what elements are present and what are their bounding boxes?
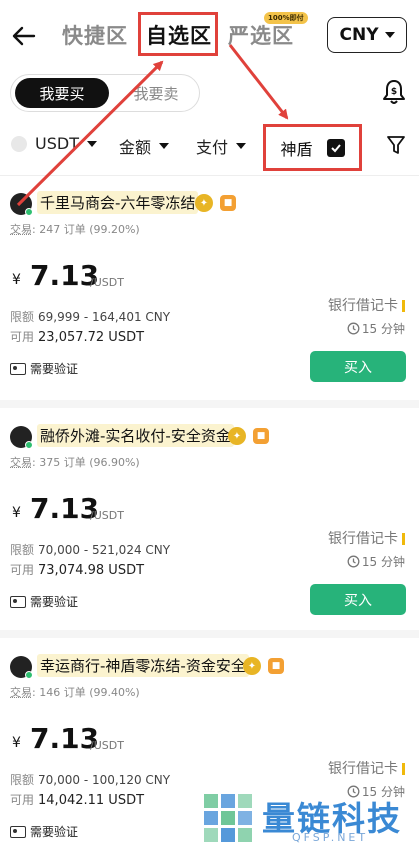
price-unit: /USDT: [90, 276, 124, 289]
shield-checkbox[interactable]: [326, 138, 345, 157]
limit-row: 限额 70,000 - 100,120 CNY: [10, 773, 171, 787]
back-arrow-icon[interactable]: [10, 22, 38, 50]
listing-card: 融侨外滩-实名收付-安全资金 ✦ ■ 交易: 375 订单 (96.90%) ¥…: [0, 408, 419, 633]
tab-quick-zone[interactable]: 快捷区: [62, 20, 128, 50]
price-unit: /USDT: [90, 739, 124, 752]
deposit-shield-icon: ■: [268, 658, 284, 674]
online-status-dot: [25, 441, 33, 449]
listing-card: 千里马商会-六年零冻结 ✦ ■ 交易: 247 订单 (99.20%) ¥ 7.…: [0, 175, 419, 400]
watermark-site: QFSP.NET: [292, 831, 369, 844]
payment-color-bar: [402, 533, 405, 545]
highlight-box-self-zone: [138, 12, 218, 56]
verified-merchant-icon: ✦: [243, 657, 261, 675]
limit-row: 限额 69,999 - 164,401 CNY: [10, 310, 171, 324]
svg-text:$: $: [391, 87, 397, 97]
buy-tab[interactable]: 我要买: [15, 78, 109, 108]
verification-required: 需要验证: [10, 823, 78, 840]
verified-merchant-icon: ✦: [195, 194, 213, 212]
id-card-icon: [10, 362, 26, 375]
online-status-dot: [25, 208, 33, 216]
deposit-shield-icon: ■: [253, 428, 269, 444]
deposit-shield-icon: ■: [220, 195, 236, 211]
available-row: 可用 23,057.72 USDT: [10, 330, 145, 345]
available-row: 可用 73,074.98 USDT: [10, 563, 145, 578]
amount-filter[interactable]: 金额: [119, 134, 170, 158]
filter-funnel-icon[interactable]: [386, 134, 406, 156]
available-value: 23,057.72 USDT: [38, 330, 145, 345]
trade-stats: 交易: 247 订单 (99.20%): [10, 223, 140, 236]
payment-filter[interactable]: 支付: [196, 134, 247, 158]
verified-merchant-icon: ✦: [228, 427, 246, 445]
clock-icon: [347, 322, 360, 335]
buy-button[interactable]: 买入: [310, 584, 406, 615]
tab-strict-zone[interactable]: 严选区: [228, 20, 294, 50]
chevron-down-icon: [384, 32, 395, 38]
available-value: 73,074.98 USDT: [38, 563, 145, 578]
id-card-icon: [10, 825, 26, 838]
amount-label: 金额: [119, 138, 152, 157]
merchant-name[interactable]: 幸运商行-神盾零冻结-资金安全: [37, 654, 249, 677]
limit-value: 70,000 - 521,024 CNY: [38, 543, 171, 557]
buy-sell-toggle: 我要买 我要卖: [10, 74, 200, 112]
limit-value: 69,999 - 164,401 CNY: [38, 310, 171, 324]
available-value: 14,042.11 USDT: [38, 793, 145, 808]
coin-icon: [11, 135, 27, 152]
coin-label: USDT: [35, 134, 79, 153]
promo-badge: 100%即付: [264, 12, 308, 24]
trade-stats: 交易: 146 订单 (99.40%): [10, 686, 140, 699]
time-limit: 15 分钟: [347, 553, 405, 570]
payment-label: 支付: [196, 138, 229, 157]
limit-row: 限额 70,000 - 521,024 CNY: [10, 543, 171, 557]
limit-value: 70,000 - 100,120 CNY: [38, 773, 171, 787]
section-separator: [0, 630, 419, 638]
sell-tab[interactable]: 我要卖: [115, 78, 197, 108]
chevron-down-icon: [159, 143, 170, 149]
online-status-dot: [25, 671, 33, 679]
price: 7.13: [30, 492, 100, 525]
trade-stats: 交易: 375 订单 (96.90%): [10, 456, 140, 469]
time-limit: 15 分钟: [347, 320, 405, 337]
price: 7.13: [30, 259, 100, 292]
section-separator: [0, 400, 419, 408]
shield-label: 神盾: [280, 139, 313, 159]
currency-value: CNY: [339, 25, 379, 45]
buy-button[interactable]: 买入: [310, 351, 406, 382]
payment-method: 银行借记卡: [328, 528, 405, 548]
verification-required: 需要验证: [10, 593, 78, 610]
merchant-name[interactable]: 千里马商会-六年零冻结: [37, 191, 199, 214]
bell-dollar-icon[interactable]: $: [381, 78, 407, 106]
check-icon: [330, 143, 341, 152]
chevron-down-icon: [86, 140, 97, 147]
chevron-down-icon: [236, 143, 247, 149]
payment-color-bar: [402, 763, 405, 775]
currency-symbol: ¥: [12, 505, 21, 521]
clock-icon: [347, 555, 360, 568]
top-bar: 快捷区 自选区 严选区 100%即付 CNY: [0, 0, 419, 70]
available-row: 可用 14,042.11 USDT: [10, 793, 145, 808]
payment-color-bar: [402, 300, 405, 312]
verification-required: 需要验证: [10, 360, 78, 377]
coin-filter[interactable]: USDT: [11, 134, 97, 153]
payment-method: 银行借记卡: [328, 758, 405, 778]
price: 7.13: [30, 722, 100, 755]
currency-symbol: ¥: [12, 272, 21, 288]
currency-symbol: ¥: [12, 735, 21, 751]
watermark-logo-icon: [204, 794, 252, 842]
payment-method: 银行借记卡: [328, 295, 405, 315]
shield-filter-toggle[interactable]: 神盾: [263, 124, 362, 171]
merchant-name[interactable]: 融侨外滩-实名收付-安全资金: [37, 424, 234, 447]
currency-select[interactable]: CNY: [327, 17, 407, 53]
price-unit: /USDT: [90, 509, 124, 522]
watermark: 量链科技 QFSP.NET: [200, 790, 419, 851]
id-card-icon: [10, 595, 26, 608]
